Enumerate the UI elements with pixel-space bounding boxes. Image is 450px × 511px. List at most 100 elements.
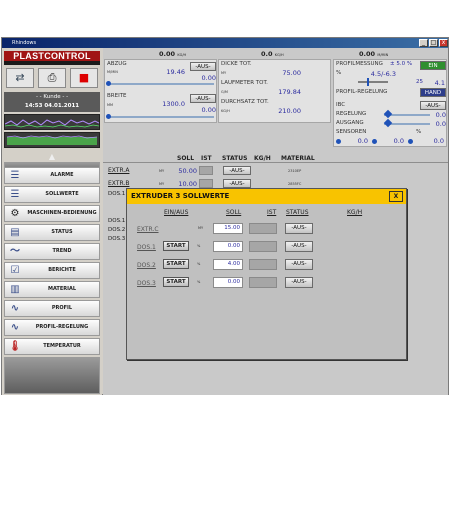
ibc-ausgang-knob[interactable]: [383, 118, 393, 128]
mini-trend-graph-2: [6, 135, 98, 145]
alarm-light-button[interactable]: ■: [70, 68, 98, 88]
print-button[interactable]: ⎙: [38, 68, 66, 88]
nav-label: MASCHINEN-BEDIENUNG: [27, 210, 97, 216]
dialog-dos-start-button[interactable]: START: [163, 277, 189, 287]
ibc-regelung-label: REGELUNG: [336, 111, 367, 117]
ibc-ausgang-value: 0.0: [435, 120, 446, 128]
nav-sollwerte[interactable]: ☰ SOLLWERTE: [4, 186, 100, 203]
abzug-slider[interactable]: [108, 83, 214, 85]
nav-material[interactable]: ▥ MATERIAL: [4, 281, 100, 298]
nav-label: PROFIL: [51, 305, 73, 311]
datetime: 14:53 04.01.2011: [24, 103, 80, 109]
ibc-ausgang-label: AUSGANG: [336, 120, 364, 126]
dialog-extruder-status-button[interactable]: -AUS-: [285, 223, 313, 234]
report-icon: ☑: [10, 265, 20, 276]
sensor-2-value: 0.0: [393, 137, 404, 145]
profil-ein-button[interactable]: EIN: [420, 61, 446, 70]
dialog-dos-soll-input[interactable]: 0.00: [213, 277, 243, 288]
extruder-status-button[interactable]: -AUS-: [223, 179, 251, 188]
trend-icon: 〜: [10, 246, 20, 257]
scroll-up-arrow-icon[interactable]: ▲: [42, 152, 62, 161]
extruder-name[interactable]: EXTR.B: [108, 180, 129, 187]
table-row[interactable]: EXTR.A MY 50.00 -AUS- 2310EP: [103, 165, 448, 177]
dialog-col-soll: SOLL: [226, 209, 242, 216]
profil-number-1: 25: [416, 79, 423, 85]
dialog-dos-soll-input[interactable]: 4.00: [213, 259, 243, 270]
nav-label: PROFIL-REGELUNG: [35, 324, 89, 330]
alarm-list-icon: ☰: [10, 170, 20, 181]
minimize-button[interactable]: _: [419, 39, 428, 47]
dicke-label: DICKE TOT.: [221, 61, 252, 67]
dialog-extruder-soll-input[interactable]: 15.00: [213, 223, 243, 234]
nav-trend[interactable]: 〜 TREND: [4, 243, 100, 260]
close-button[interactable]: x: [439, 39, 448, 47]
dialog-dos-status-button[interactable]: -AUS-: [285, 277, 313, 288]
dialog-extruder-row[interactable]: EXTR.C MY 15.00 -AUS-: [127, 223, 406, 236]
extruder-status-button[interactable]: -AUS-: [223, 166, 251, 175]
ibc-aus-button[interactable]: -AUS-: [420, 101, 446, 110]
nav-profil-regelung[interactable]: ∿ PROFIL-REGELUNG: [4, 319, 100, 336]
dialog-dos-start-button[interactable]: START: [163, 259, 189, 269]
col-header-kgh: KG/H: [254, 155, 271, 162]
mini-trend-graph-1: [4, 119, 100, 128]
status-icon: ▤: [10, 227, 20, 238]
header-unit-3: M/MIN: [377, 53, 389, 57]
dialog-dos-status-button[interactable]: -AUS-: [285, 259, 313, 270]
breite-unit: MM: [107, 103, 114, 107]
dialog-dos-row[interactable]: DOS.2 START % 4.00 -AUS-: [127, 259, 406, 271]
sensor-1-knob[interactable]: [336, 139, 341, 144]
breite-label: BREITE: [107, 93, 127, 99]
mini-trend-chart-1[interactable]: [4, 114, 100, 130]
dialog-dos-status-button[interactable]: -AUS-: [285, 241, 313, 252]
nav-profil[interactable]: ∿ PROFIL: [4, 300, 100, 317]
maximize-button[interactable]: □: [429, 39, 438, 47]
nav-maschinen-bedienung[interactable]: ⚙ MASCHINEN-BEDIENUNG: [4, 205, 100, 222]
profil-scale: [358, 81, 388, 83]
dialog-extruder-name: EXTR.C: [137, 226, 159, 233]
ibc-regelung-knob[interactable]: [383, 109, 393, 119]
breite-aus-button[interactable]: -AUS-: [190, 94, 216, 103]
nav-alarme[interactable]: ☰ ALARME: [4, 167, 100, 184]
profil-percent-unit: %: [336, 70, 342, 76]
col-header-status: STATUS: [222, 155, 248, 162]
extruder-ist: [199, 179, 213, 188]
extruder-setpoints-dialog: EXTRUDER 3 SOLLWERTE X EIN/AUS SOLL IST …: [126, 188, 407, 360]
laufmeter-value: 179.84: [278, 88, 301, 96]
profil-hand-button[interactable]: HAND: [420, 88, 446, 97]
abzug-slider-knob[interactable]: [106, 81, 111, 86]
nav-status[interactable]: ▤ STATUS: [4, 224, 100, 241]
extruder-name[interactable]: EXTR.A: [108, 167, 129, 174]
abzug-unit: M/MIN: [107, 70, 118, 74]
dicke-value: 75.00: [282, 69, 301, 77]
breite-slider-knob[interactable]: [106, 114, 111, 119]
dialog-close-button[interactable]: X: [389, 191, 403, 202]
sensor-3-knob[interactable]: [408, 139, 413, 144]
dialog-dos-row[interactable]: DOS.1 START % 0.00 -AUS-: [127, 241, 406, 253]
dialog-dos-soll-input[interactable]: 0.00: [213, 241, 243, 252]
profil-number-2: 4.1: [434, 79, 445, 87]
abzug-aus-button[interactable]: -AUS-: [190, 62, 216, 71]
dialog-dos-unit: %: [197, 262, 201, 266]
dialog-dos-start-button[interactable]: START: [163, 241, 189, 251]
totals-panel: DICKE TOT. MY 75.00 LAUFMETER TOT. G/M 1…: [218, 59, 331, 123]
abzug-value-2: 0.00: [201, 74, 216, 82]
durchsatz-unit: KG/H: [221, 109, 230, 113]
dialog-col-status: STATUS: [286, 209, 309, 216]
nav-label: MATERIAL: [47, 286, 77, 292]
breite-value-2: 0.00: [201, 106, 216, 114]
sensor-1-value: 0.0: [357, 137, 368, 145]
header-unit-1: KG/H: [177, 53, 187, 57]
laufmeter-unit: G/M: [221, 90, 228, 94]
window-title-bar: Rhindows: [2, 38, 448, 48]
mini-trend-chart-2[interactable]: [4, 132, 100, 148]
refresh-button[interactable]: ⇄: [6, 68, 34, 88]
breite-slider[interactable]: [108, 116, 214, 118]
dialog-dos-row[interactable]: DOS.3 START % 0.00 -AUS-: [127, 277, 406, 289]
nav-label: TEMPERATUR: [43, 343, 81, 349]
sensor-2-knob[interactable]: [372, 139, 377, 144]
window-title: Rhindows: [12, 40, 37, 46]
nav-berichte[interactable]: ☑ BERICHTE: [4, 262, 100, 279]
header-value-2: 0.0: [261, 50, 273, 58]
nav-temperatur[interactable]: 🌡 TEMPERATUR: [4, 338, 100, 355]
ibc-percent-unit: %: [416, 129, 422, 135]
